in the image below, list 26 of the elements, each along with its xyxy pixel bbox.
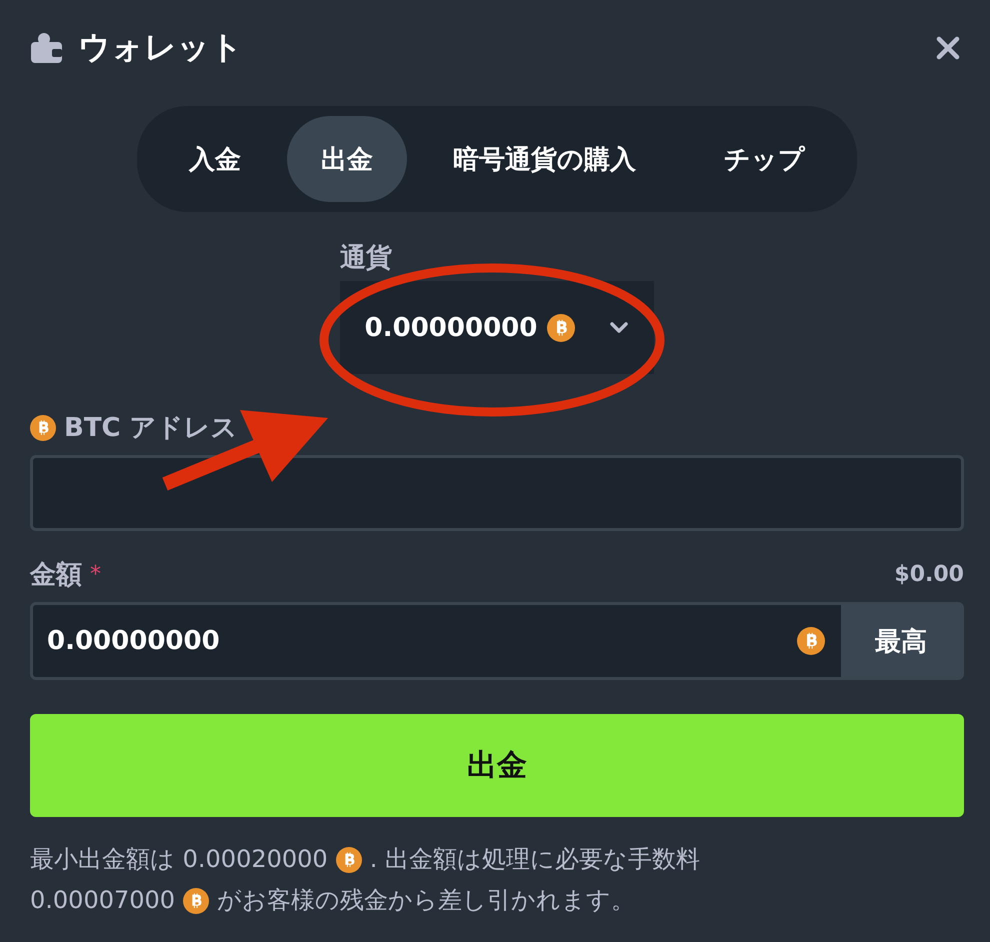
note-text: . 出金額は処理に必要な手数料 [370,844,700,875]
tab[interactable]: 入金 [147,116,283,202]
bitcoin-icon [30,414,56,440]
bitcoin-icon [183,888,210,914]
max-button[interactable]: 最高 [841,605,961,677]
field-label: 通貨 [340,242,392,275]
chevron-down-icon [609,322,630,334]
window-title: ウォレット [78,27,243,68]
wallet-icon [30,32,64,64]
tab[interactable]: 出金 [287,116,407,202]
note-text: 最小出金額は 0.00020000 [30,844,328,875]
required-mark: * [90,562,101,587]
withdraw-button[interactable]: 出金 [30,714,964,817]
note-text: がお客様の残金から差し引かれます。 [217,885,636,916]
bitcoin-icon [336,846,362,872]
tab[interactable]: 暗号通貨の購入 [411,116,678,202]
usd-value: $0.00 [894,562,964,587]
address-field[interactable] [30,455,964,531]
bitcoin-icon [797,627,825,655]
tab[interactable]: チップ [682,116,847,202]
field-label: 金額 [30,559,82,592]
bitcoin-icon [547,314,576,342]
amount-field[interactable]: 0.00000000 最高 [30,602,964,680]
field-label: BTC アドレス [64,412,238,445]
currency-dropdown[interactable]: 0.00000000 [340,281,654,374]
note-text: 0.00007000 [30,885,176,916]
